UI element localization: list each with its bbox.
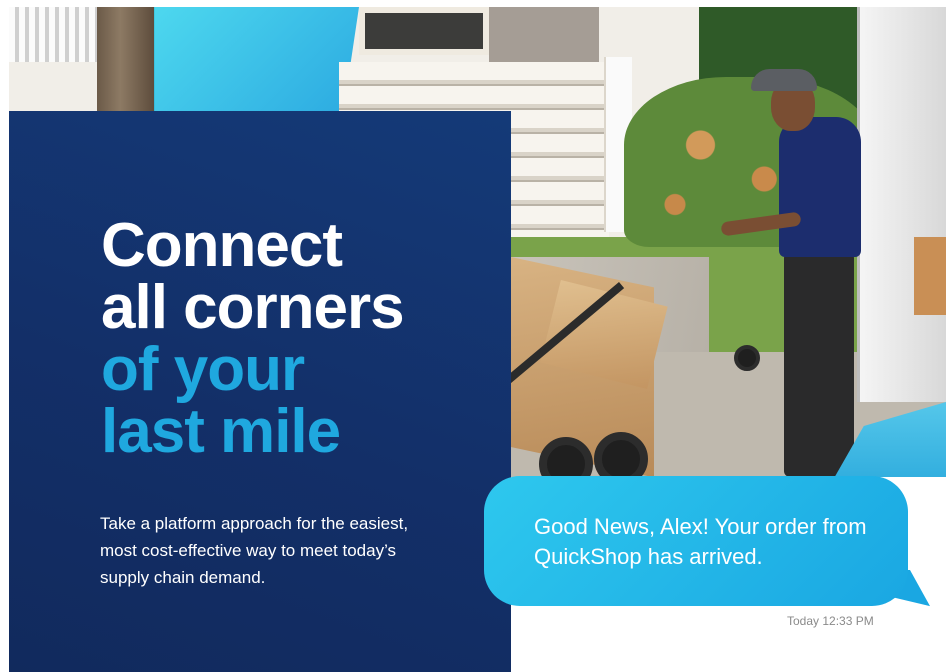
- headline-line-3: of your: [101, 335, 305, 404]
- house-door: [359, 7, 489, 55]
- hero-headline: Connect all corners of your last mile: [101, 215, 501, 463]
- headline-line-2: all corners: [101, 273, 405, 342]
- hero-panel: Connect all corners of your last mile Ta…: [9, 111, 511, 672]
- courier-legs: [784, 252, 854, 477]
- notification-bubble: Good News, Alex! Your order from QuickSh…: [484, 476, 908, 606]
- hand-truck-wheel: [734, 345, 760, 371]
- headline-line-1: Connect: [101, 211, 343, 280]
- message-timestamp: Today 12:33 PM: [787, 614, 874, 628]
- headline-line-4: last mile: [101, 397, 341, 466]
- delivery-van: [857, 7, 946, 402]
- hero-subtext: Take a platform approach for the easiest…: [100, 514, 409, 587]
- courier-cap: [751, 69, 817, 91]
- notification-message: Good News, Alex! Your order from QuickSh…: [534, 514, 867, 569]
- tree-trunk: [97, 7, 155, 117]
- brick-wall: [489, 7, 599, 65]
- courier-shirt: [779, 117, 861, 257]
- van-package: [914, 237, 946, 315]
- decorative-blue-shape: [154, 7, 359, 117]
